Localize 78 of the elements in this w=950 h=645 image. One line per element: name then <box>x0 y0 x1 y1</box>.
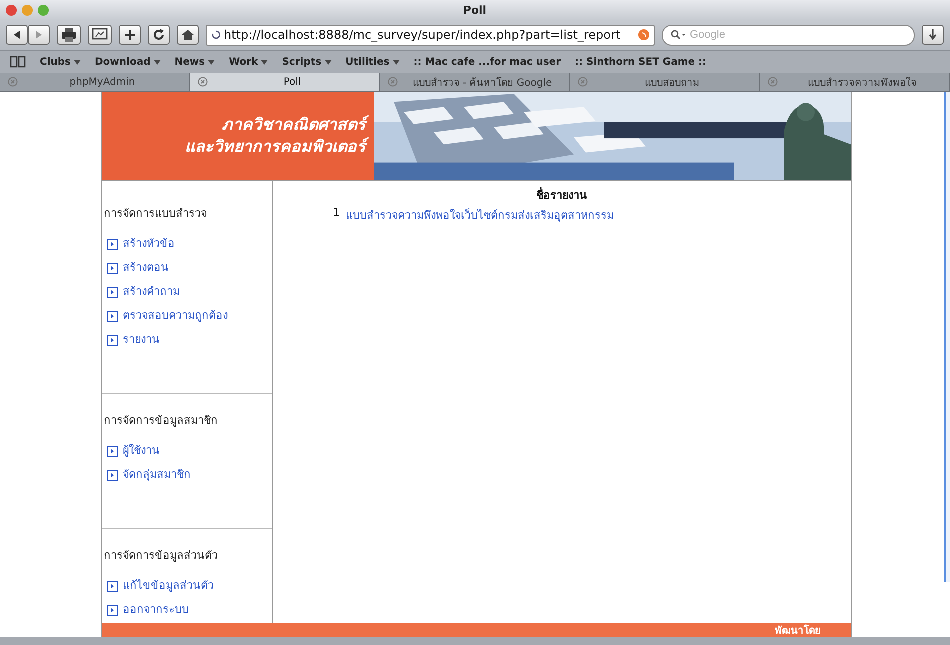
arrow-box-icon <box>107 334 118 346</box>
print-button[interactable] <box>57 25 81 45</box>
sidebar-link[interactable]: สร้างคำถาม <box>123 285 180 299</box>
sidebar-heading: การจัดการแบบสำรวจ <box>104 207 208 221</box>
arrow-box-icon <box>107 446 118 456</box>
browser-tab[interactable]: phpMyAdmin <box>0 73 190 91</box>
download-button[interactable] <box>922 25 944 45</box>
bookmark-item[interactable]: Scripts <box>282 56 332 68</box>
reload-icon <box>153 29 165 41</box>
caret-icon <box>74 60 81 64</box>
arrow-box-icon <box>107 470 118 480</box>
caret-icon <box>154 60 161 64</box>
bookmark-item[interactable]: News <box>174 56 216 68</box>
caret-icon <box>208 60 216 64</box>
back-icon <box>14 31 20 39</box>
bookmark-item[interactable]: Utilities <box>346 56 400 68</box>
sidebar-link[interactable]: แก้ไขข้อมูลส่วนตัว <box>123 579 214 593</box>
browser-tab[interactable]: แบบสอบถาม <box>570 73 760 91</box>
home-icon <box>181 29 195 41</box>
plus-icon <box>124 29 136 41</box>
book-icon[interactable] <box>10 56 26 68</box>
close-tab-icon[interactable] <box>388 77 398 87</box>
screen-button[interactable] <box>88 25 112 45</box>
arrow-box-icon <box>107 580 118 592</box>
sidebar-link[interactable]: ออกจากระบบ <box>123 603 189 617</box>
close-tab-icon[interactable] <box>8 77 18 87</box>
row-number: 1 <box>333 206 340 221</box>
browser-tab[interactable]: แบบสำรวจความพึงพอใจ <box>760 73 950 91</box>
scrollbar[interactable] <box>944 92 950 582</box>
arrow-box-icon <box>107 604 118 616</box>
sidebar-link[interactable]: ผู้ใช้งาน <box>123 444 160 458</box>
search-icon <box>671 30 687 40</box>
minimize-button[interactable] <box>22 4 33 16</box>
address-field[interactable]: http://localhost:8888/mc_survey/super/index.php?part=list_report <box>206 24 655 46</box>
arrow-box-icon <box>107 262 118 274</box>
reload-button[interactable] <box>148 25 170 45</box>
sidebar-heading: การจัดการข้อมูลส่วนตัว <box>104 549 219 563</box>
caret-icon <box>324 60 332 64</box>
forward-icon <box>36 31 42 39</box>
bookmark-item[interactable]: Clubs <box>40 56 81 68</box>
arrow-box-icon <box>107 310 118 322</box>
window-title: Poll <box>462 4 488 16</box>
back-button[interactable] <box>6 25 28 45</box>
rss-icon[interactable] <box>638 29 650 41</box>
close-tab-icon[interactable] <box>768 77 778 87</box>
chart-icon <box>92 28 108 42</box>
forward-button[interactable] <box>28 25 50 45</box>
footer-text: พัฒนาโดย <box>775 624 821 638</box>
close-button[interactable] <box>6 4 17 16</box>
sidebar-heading: การจัดการข้อมูลสมาชิก <box>104 414 219 428</box>
column-heading: ชื่อรายงาน <box>536 186 588 204</box>
bookmark-item[interactable]: :: Sinthorn SET Game :: <box>575 56 707 68</box>
browser-tab[interactable]: Poll <box>190 73 380 91</box>
home-button[interactable] <box>177 25 199 45</box>
report-link[interactable]: แบบสำรวจความพึงพอใจเว็บไซต์กรมส่งเสริมอุตสาหกรรม <box>346 206 614 224</box>
bookmark-item[interactable]: :: Mac cafe ...for mac user <box>414 56 562 68</box>
bookmark-item[interactable]: Download <box>95 56 161 68</box>
caret-icon <box>261 60 268 64</box>
sidebar-link[interactable]: สร้างตอน <box>123 261 169 275</box>
sidebar-link[interactable]: จัดกลุ่มสมาชิก <box>123 468 191 482</box>
loading-icon <box>211 30 221 40</box>
caret-icon <box>392 60 400 64</box>
download-icon <box>929 29 937 41</box>
sidebar-link[interactable]: ตรวจสอบความถูกต้อง <box>123 309 228 323</box>
arrow-box-icon <box>107 238 118 250</box>
sidebar-link[interactable]: สร้างหัวข้อ <box>123 237 175 251</box>
search-field[interactable]: Google <box>690 29 906 41</box>
sidebar-link[interactable]: รายงาน <box>123 333 160 347</box>
add-bookmark-button[interactable] <box>119 25 141 45</box>
bookmark-item[interactable]: Work <box>229 56 268 68</box>
browser-tab[interactable]: แบบสำรวจ - ค้นหาโดย Google <box>380 73 570 91</box>
arrow-box-icon <box>107 286 118 298</box>
zoom-button[interactable] <box>38 4 49 16</box>
banner-title: ภาควิชาคณิตศาสตร์ และวิทยาการคอมพิวเตอร์ <box>102 92 374 180</box>
print-icon <box>61 28 77 42</box>
search-field[interactable]: Google <box>662 24 915 46</box>
close-tab-icon[interactable] <box>198 77 208 87</box>
close-tab-icon[interactable] <box>578 77 588 87</box>
